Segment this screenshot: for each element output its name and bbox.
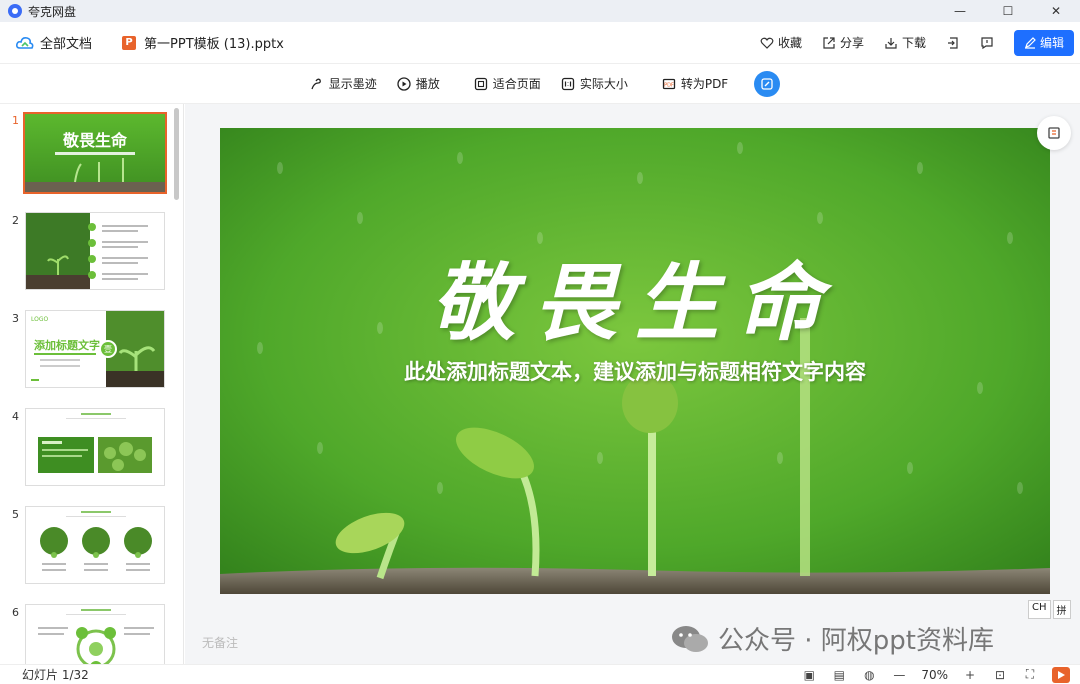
thumbnail-badge-text: 壹 — [104, 344, 112, 354]
thumbnail-number: 4 — [12, 410, 19, 423]
fullscreen-icon[interactable]: ⛶ — [1022, 667, 1038, 683]
thumbnail-number: 5 — [12, 508, 19, 521]
thumbnail-preview — [25, 604, 165, 664]
zoom-out-icon[interactable]: — — [891, 667, 907, 683]
heart-icon — [760, 37, 774, 49]
pen-icon — [1024, 36, 1036, 49]
file-name: 第一PPT模板 (13).pptx — [144, 37, 284, 52]
convert-pdf-button[interactable]: PDF 转为PDF — [652, 69, 738, 99]
window-title: 夸克网盘 — [28, 4, 77, 19]
status-bar: 幻灯片 1/32 ▣ ▤ ◍ — 70% + ⊡ ⛶ — [0, 664, 1080, 684]
page-indicator: 幻灯片 1/32 — [22, 668, 89, 682]
zoom-level: 70% — [921, 667, 948, 682]
favorite-button[interactable]: 收藏 — [752, 30, 810, 56]
crop-icon — [1048, 127, 1060, 139]
ai-assistant-button[interactable] — [754, 70, 781, 97]
actual-size-button[interactable]: 实际大小 — [551, 69, 638, 99]
download-button[interactable]: 下载 — [876, 30, 934, 56]
thumbnail-preview — [25, 408, 165, 486]
pdf-icon: PDF — [662, 78, 675, 89]
favorite-label: 收藏 — [777, 36, 802, 50]
breadcrumb-all-docs[interactable]: 全部文档 — [16, 33, 92, 52]
comment-icon — [981, 36, 993, 49]
edit-button[interactable]: 编辑 — [1013, 29, 1074, 56]
fit-screen-icon[interactable]: ⊡ — [992, 667, 1008, 683]
ime-lang: CH — [1028, 600, 1051, 619]
quark-logo-icon — [8, 4, 22, 18]
breadcrumb-label: 全部文档 — [40, 37, 93, 52]
notes-view-icon[interactable]: ▤ — [831, 667, 847, 683]
normal-view-icon[interactable]: ▣ — [801, 667, 817, 683]
ime-mode: 拼 — [1052, 600, 1071, 619]
maximize-button[interactable]: ☐ — [984, 0, 1032, 22]
slide-title: 敬畏生命 — [430, 253, 839, 352]
fit-page-button[interactable]: 适合页面 — [464, 69, 551, 99]
view-toolbar: 显示墨迹 播放 适合页面 实际大小 PDF 转为PDF — [0, 64, 1080, 104]
ime-indicator[interactable]: CH 拼 — [1028, 600, 1071, 619]
thumbnail-heading-text: 添加标题文字 — [34, 338, 100, 352]
thumbnail-preview: 敬畏生命 — [23, 112, 167, 194]
slide-tool-float-button[interactable] — [1037, 116, 1071, 150]
thumbnail-preview — [25, 212, 165, 290]
export-button[interactable] — [938, 30, 968, 56]
thumbnail-slide-title: 敬畏生命 — [62, 131, 128, 150]
slide-subtitle: 此处添加标题文本，建议添加与标题相符文字内容 — [404, 360, 866, 384]
document-header: 全部文档 P 第一PPT模板 (13).pptx 收藏 分享 下载 编辑 — [0, 22, 1080, 64]
slide-viewer: 敬畏生命 此处添加标题文本，建议添加与标题相符文字内容 无备注 公众号 · 阿权… — [185, 104, 1080, 664]
ai-edit-icon — [761, 77, 773, 90]
ppt-file-icon: P — [122, 35, 137, 50]
actual-size-label: 实际大小 — [579, 77, 628, 91]
fit-page-label: 适合页面 — [492, 77, 541, 91]
play-button[interactable]: 播放 — [387, 69, 450, 99]
thumbnail-logo-text: LOGO — [31, 316, 49, 323]
feedback-button[interactable] — [972, 30, 1002, 56]
thumbnail-number: 3 — [12, 312, 19, 325]
edit-label: 编辑 — [1039, 36, 1064, 50]
svg-text:PDF: PDF — [664, 82, 674, 88]
wechat-watermark: 公众号 · 阿权ppt资料库 — [670, 620, 994, 657]
cloud-icon — [16, 36, 34, 49]
thumbnail-preview — [25, 506, 165, 584]
thumbnail-number: 1 — [12, 114, 19, 127]
wechat-icon — [672, 625, 708, 652]
window-titlebar: 夸克网盘 — ☐ ✕ — [0, 0, 1080, 22]
play-icon — [397, 76, 411, 91]
current-slide[interactable]: 敬畏生命 此处添加标题文本，建议添加与标题相符文字内容 — [220, 128, 1050, 594]
download-icon — [885, 37, 897, 49]
globe-icon[interactable]: ◍ — [861, 667, 877, 683]
notes-placeholder[interactable]: 无备注 — [202, 634, 238, 651]
share-icon — [823, 36, 835, 49]
export-icon — [947, 36, 958, 49]
show-ink-label: 显示墨迹 — [328, 77, 377, 91]
minimize-button[interactable]: — — [936, 0, 984, 22]
thumbnail-scrollbar[interactable] — [174, 108, 179, 200]
thumbnail-number: 2 — [12, 214, 19, 227]
slide-thumbnail-panel: 1 敬畏生命 2 3 LOGO 添加标题文字 壹 4 5 6 — [0, 104, 184, 664]
slideshow-play-button[interactable] — [1052, 666, 1070, 683]
ink-icon — [311, 78, 321, 89]
thumbnail-preview: LOGO 添加标题文字 壹 — [25, 310, 165, 388]
convert-pdf-label: 转为PDF — [680, 77, 729, 91]
share-button[interactable]: 分享 — [814, 30, 872, 56]
thumbnail-number: 6 — [12, 606, 19, 619]
file-tab[interactable]: P 第一PPT模板 (13).pptx — [122, 33, 284, 52]
play-label: 播放 — [415, 77, 440, 91]
download-label: 下载 — [901, 36, 926, 50]
show-ink-button[interactable]: 显示墨迹 — [300, 69, 387, 99]
actual-size-icon — [561, 77, 574, 90]
fit-page-icon — [474, 77, 487, 90]
share-label: 分享 — [839, 36, 864, 50]
close-button[interactable]: ✕ — [1032, 0, 1080, 22]
zoom-in-icon[interactable]: + — [962, 667, 978, 683]
watermark-text: 公众号 · 阿权ppt资料库 — [718, 626, 994, 656]
play-triangle-icon — [1058, 670, 1065, 679]
